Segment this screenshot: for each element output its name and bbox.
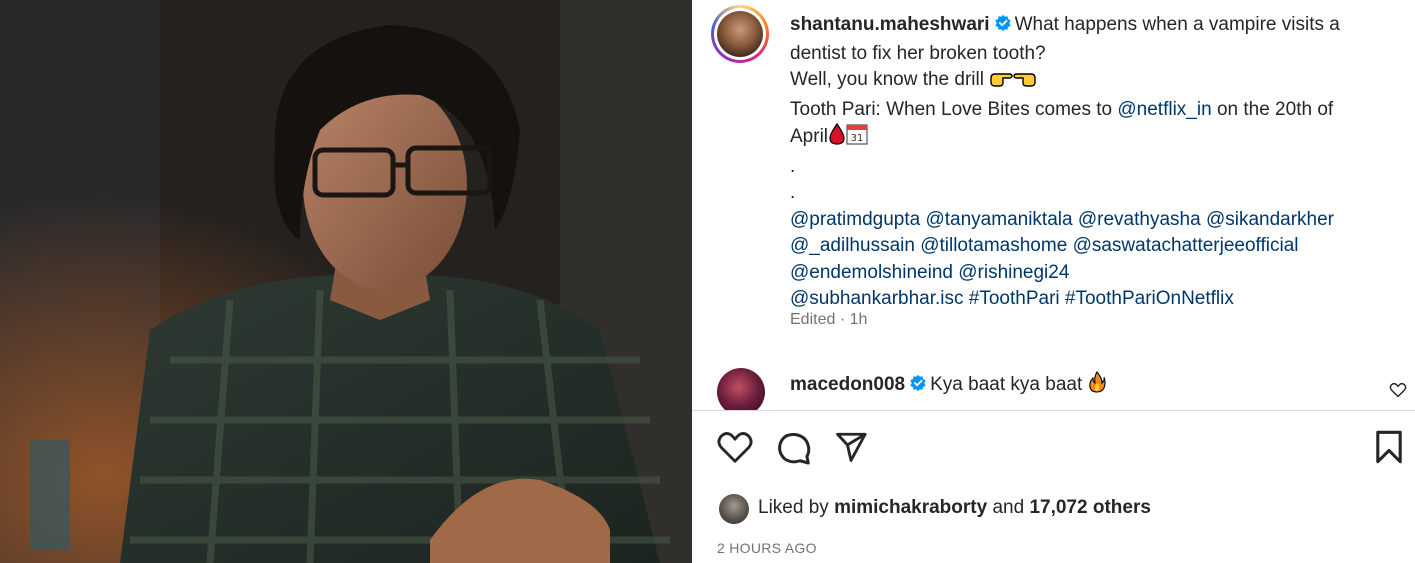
caption-line-6: April [790, 126, 829, 147]
commenter-username[interactable]: macedon008 [790, 374, 905, 395]
post-timestamp[interactable]: 2 HOURS AGO [717, 540, 817, 556]
pointing-left-icon [1013, 68, 1037, 97]
comment-like-heart-icon[interactable] [1389, 382, 1407, 403]
likes-count-link[interactable]: 17,072 others [1029, 497, 1150, 518]
hashtag-link[interactable]: #ToothPariOnNetflix [1065, 288, 1234, 309]
bookmark-icon[interactable] [1375, 430, 1403, 469]
post-media[interactable] [0, 0, 692, 563]
post-side-panel: shantanu.maheshwari What happens when a … [692, 0, 1415, 563]
caption-line-1: What happens when a vampire visits a [1014, 14, 1340, 35]
verified-badge-icon [909, 374, 927, 399]
hashtag-link[interactable]: #ToothPari [969, 288, 1060, 309]
caption-dot-2: . [790, 182, 796, 203]
mention-link[interactable]: @revathyasha [1078, 209, 1201, 230]
post-video-frame [0, 0, 692, 563]
comment-text: Kya baat kya baat [930, 374, 1083, 395]
comment-bubble-icon[interactable] [776, 430, 812, 471]
share-paper-plane-icon[interactable] [834, 430, 868, 469]
caption-dot-1: . [790, 155, 796, 177]
author-avatar-story-ring[interactable] [711, 5, 769, 63]
liker-username[interactable]: mimichakraborty [834, 497, 987, 518]
liker-avatar[interactable] [719, 494, 749, 524]
svg-text:31: 31 [851, 133, 864, 144]
author-avatar [717, 11, 763, 57]
fire-icon [1088, 371, 1106, 400]
like-heart-icon[interactable] [717, 430, 753, 469]
commenter-avatar[interactable] [717, 368, 765, 410]
mention-link[interactable]: @saswatachatterjeeofficial [1073, 235, 1299, 256]
mention-link[interactable]: @rishinegi24 [958, 262, 1069, 283]
caption-line-5: on the 20th of [1216, 98, 1334, 120]
likes-middle: and [992, 497, 1025, 518]
mention-link[interactable]: @subhankarbhar.isc [790, 288, 964, 309]
likes-prefix: Liked by [758, 497, 829, 518]
edited-timestamp: Edited · 1h [790, 311, 868, 328]
post-action-bar [692, 430, 1415, 470]
post-caption: shantanu.maheshwari What happens when a … [790, 12, 1385, 313]
pointing-right-icon [989, 68, 1013, 97]
mention-link[interactable]: @tanyamaniktala [925, 209, 1072, 230]
mention-link[interactable]: @endemolshineind [790, 262, 953, 283]
netflix-mention-link[interactable]: @netflix_in [1117, 99, 1211, 120]
caption-line-4: Tooth Pari: When Love Bites comes to [790, 98, 1113, 120]
mention-link[interactable]: @sikandarkher [1206, 209, 1334, 230]
section-divider [692, 410, 1415, 411]
mention-link[interactable]: @_adilhussain [790, 235, 915, 256]
verified-badge-icon [994, 14, 1012, 41]
mention-link[interactable]: @pratimdgupta [790, 209, 920, 230]
comment-item: macedon008 Kya baat kya baat [692, 363, 1415, 410]
caption-scroll-area[interactable]: shantanu.maheshwari What happens when a … [692, 0, 1415, 410]
drop-of-blood-icon [828, 122, 846, 154]
calendar-icon: 31 [846, 123, 868, 154]
author-username[interactable]: shantanu.maheshwari [790, 14, 990, 35]
caption-line-2: dentist to fix her broken tooth? [790, 42, 1046, 64]
mention-link[interactable]: @tillotamashome [920, 235, 1067, 256]
caption-line-3: Well, you know the drill [790, 69, 984, 90]
